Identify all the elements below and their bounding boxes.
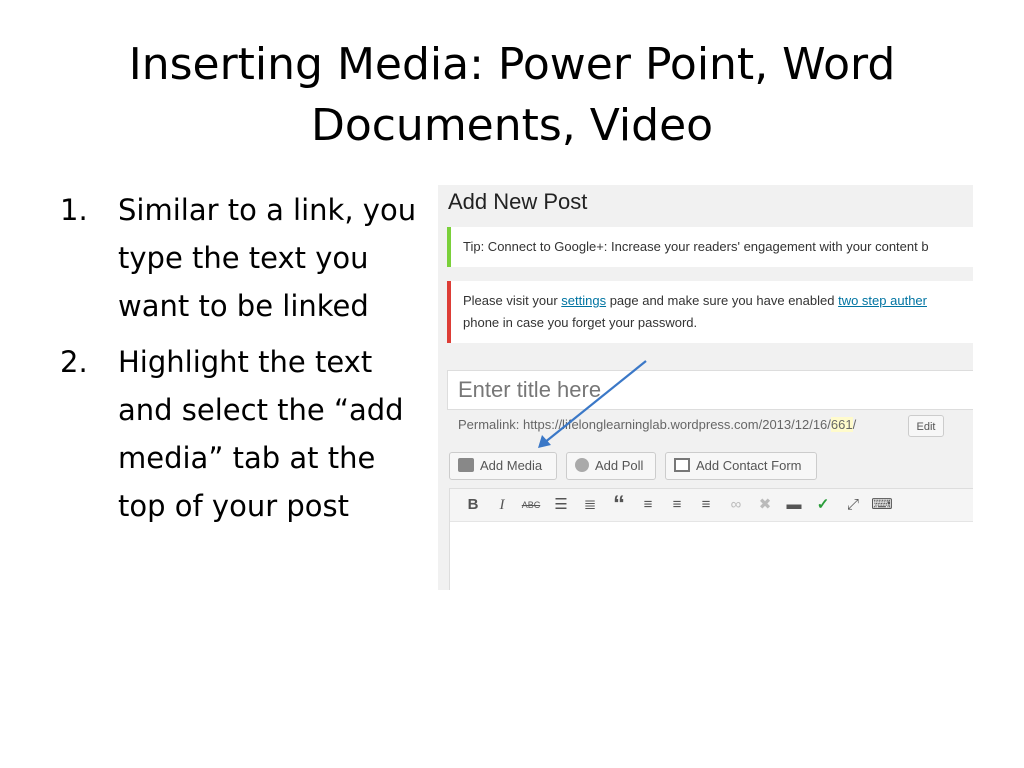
slide-title-line-2: Documents, Video (310, 100, 714, 151)
step-text: Similar to a link, you type the text you… (118, 193, 417, 323)
step-item: 1. Similar to a link, you type the text … (60, 186, 430, 330)
step-number: 2. (60, 345, 88, 379)
slide-title-line-1: Inserting Media: Power Point, Word (128, 39, 896, 90)
wordpress-editor-screenshot: Add New Post Tip: Connect to Google+: In… (438, 185, 973, 590)
slide-title: Inserting Media: Power Point, Word Docum… (0, 34, 1024, 156)
step-item: 2. Highlight the text and select the “ad… (60, 338, 430, 530)
steps-list: 1. Similar to a link, you type the text … (60, 186, 430, 538)
step-text: Highlight the text and select the “add m… (118, 345, 404, 523)
callout-arrow (538, 360, 647, 448)
step-number: 1. (60, 193, 88, 227)
